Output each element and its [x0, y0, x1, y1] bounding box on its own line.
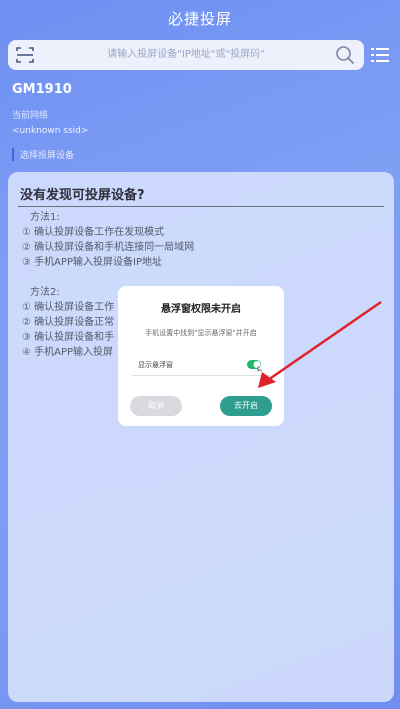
dialog-description: 手机设置中找到"显示悬浮窗"并开启 [145, 329, 257, 337]
method2-step: ① 确认投屏设备工作 [22, 302, 115, 313]
network-label: 当前网络 [12, 111, 49, 121]
app-title: 必捷投屏 [167, 10, 232, 28]
method2-step: ② 确认投屏设备正常 [22, 317, 115, 328]
method1-step: ② 确认投屏设备和手机连接同一局域网 [22, 242, 195, 253]
go-enable-button[interactable]: 去开启 [220, 396, 272, 416]
method1-step: ③ 手机APP输入投屏设备IP地址 [22, 257, 163, 268]
method2-block: 方法2: ① 确认投屏设备工作 ② 确认投屏设备正常 ③ 确认投屏设备和手 ④ … [22, 285, 114, 360]
dialog-title: 悬浮窗权限未开启 [161, 304, 241, 315]
floating-window-permission-dialog: 悬浮窗权限未开启 手机设置中找到"显示悬浮窗"并开启 显示悬浮窗 取消 去开启 [118, 286, 284, 426]
floating-window-setting-row: 显示悬浮窗 [132, 356, 270, 376]
search-input[interactable]: 请输入投屏设备"IP地址"或"投屏码" [48, 40, 324, 70]
method2-step: ③ 确认投屏设备和手 [22, 332, 115, 343]
device-name: GM1910 [12, 82, 72, 97]
divider [18, 206, 384, 207]
search-bar[interactable]: 请输入投屏设备"IP地址"或"投屏码" [8, 40, 364, 70]
method1-title: 方法1: [30, 212, 60, 223]
menu-icon[interactable] [370, 45, 390, 65]
card-title: 没有发现可投屏设备? [20, 188, 145, 203]
search-icon[interactable] [334, 44, 356, 66]
top-bar: 必捷投屏 [0, 0, 400, 40]
floating-window-label: 显示悬浮窗 [138, 361, 173, 369]
method2-step: ④ 手机APP输入投屏 [22, 347, 114, 358]
method2-title: 方法2: [30, 287, 60, 298]
scan-icon[interactable] [14, 44, 36, 66]
method1-step: ① 确认投屏设备工作在发现模式 [22, 227, 165, 238]
ssid-value: <unknown ssid> [12, 126, 89, 136]
no-device-card: 没有发现可投屏设备? 方法1: ① 确认投屏设备工作在发现模式 ② 确认投屏设备… [8, 172, 394, 702]
select-device-label[interactable]: 选择投屏设备 [12, 148, 74, 161]
cancel-button[interactable]: 取消 [130, 396, 182, 416]
toggle-icon [247, 360, 263, 372]
method1-block: 方法1: ① 确认投屏设备工作在发现模式 ② 确认投屏设备和手机连接同一局域网 … [22, 210, 194, 270]
